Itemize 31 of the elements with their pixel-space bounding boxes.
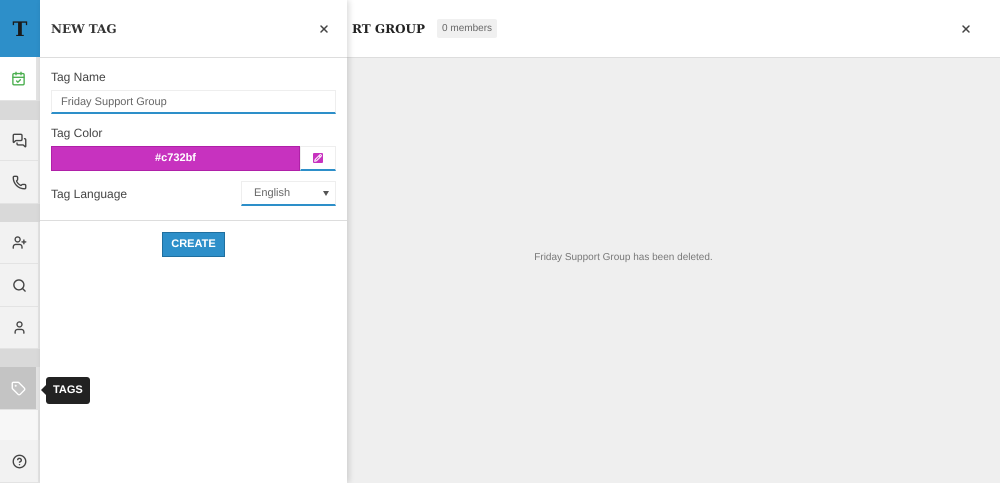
status-message: Friday Support Group has been deleted. — [534, 251, 713, 265]
search-icon — [12, 278, 26, 292]
tooltip: TAGS — [46, 377, 90, 404]
sidebar-item[interactable] — [0, 161, 40, 204]
field-label: Tag Language — [51, 186, 128, 202]
language-select[interactable]: English — [241, 181, 336, 206]
sidebar-item[interactable] — [0, 264, 40, 307]
create-button[interactable]: CREATE — [162, 232, 225, 257]
caret-icon — [323, 190, 329, 196]
calendar-icon — [10, 71, 26, 86]
pencil-icon — [313, 153, 323, 163]
close-icon[interactable] — [960, 22, 972, 34]
close-icon[interactable] — [318, 22, 330, 34]
tag-icon — [10, 380, 26, 396]
color-picker-button[interactable] — [300, 146, 336, 171]
tag-name-field[interactable]: Friday Support Group — [51, 90, 336, 114]
group-title: RT GROUP — [352, 20, 426, 38]
sidebar-item[interactable] — [0, 440, 40, 483]
phone-icon — [12, 174, 26, 190]
chat-icon — [12, 132, 26, 148]
sidebar-item[interactable] — [0, 222, 40, 264]
sidebar-item[interactable] — [0, 120, 40, 161]
user-icon — [12, 320, 26, 335]
color-swatch[interactable]: #c732bf — [51, 146, 300, 171]
add-user-icon — [12, 235, 26, 250]
field-label: Tag Color — [51, 125, 104, 142]
panel-title: NEW TAG — [51, 20, 117, 38]
app-logo[interactable]: T — [0, 0, 40, 57]
member-count: 0 members — [437, 19, 498, 38]
field-label: Tag Name — [51, 69, 107, 86]
help-icon — [12, 454, 26, 468]
